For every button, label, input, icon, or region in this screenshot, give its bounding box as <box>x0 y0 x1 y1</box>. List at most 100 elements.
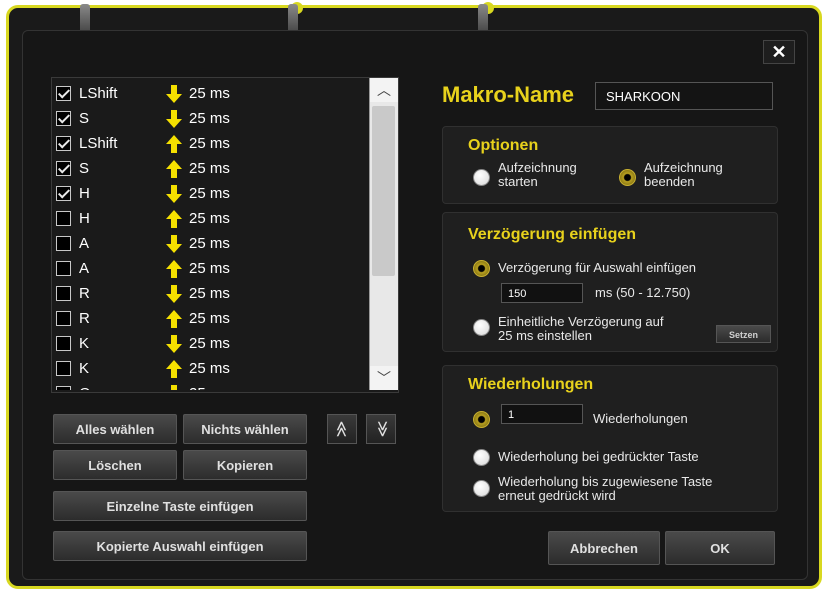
list-item[interactable]: S 25 ms <box>52 157 362 182</box>
macro-name-input[interactable]: SHARKOON <box>595 82 773 110</box>
double-chevron-down-icon: ≫ <box>373 420 390 438</box>
delay-value: 25 ms <box>189 210 230 227</box>
delay-value: 25 ms <box>189 385 230 390</box>
delay-value: 25 ms <box>189 135 230 152</box>
delay-value: 25 ms <box>189 85 230 102</box>
list-item[interactable]: O 25 ms <box>52 382 362 390</box>
repeat-section: Wiederholungen 1 Wiederholungen Wiederho… <box>442 365 778 512</box>
key-down-arrow-icon <box>166 185 182 203</box>
row-checkbox[interactable] <box>56 236 71 251</box>
cancel-button[interactable]: Abbrechen <box>548 531 660 565</box>
key-name: S <box>79 160 90 177</box>
key-down-arrow-icon <box>166 235 182 253</box>
move-down-button[interactable]: ≫ <box>366 414 396 444</box>
key-name: O <box>79 385 91 390</box>
ok-button[interactable]: OK <box>665 531 775 565</box>
copy-button[interactable]: Kopieren <box>183 450 307 480</box>
scroll-up-arrow-icon[interactable]: ︿ <box>370 78 398 102</box>
delay-value: 25 ms <box>189 235 230 252</box>
insert-single-key-button[interactable]: Einzelne Taste einfügen <box>53 491 307 521</box>
row-checkbox[interactable] <box>56 186 71 201</box>
key-up-arrow-icon <box>166 360 182 378</box>
scroll-down-arrow-icon[interactable]: ﹀ <box>370 366 398 390</box>
delay-value: 25 ms <box>189 310 230 327</box>
move-up-button[interactable]: ≫ <box>327 414 357 444</box>
insert-copied-selection-button[interactable]: Kopierte Auswahl einfügen <box>53 531 307 561</box>
double-chevron-up-icon: ≫ <box>333 420 350 438</box>
list-item[interactable]: K 25 ms <box>52 357 362 382</box>
macro-list[interactable]: LShift 25 ms S 25 ms LShift 25 ms S 25 ms H 25 ms… <box>51 77 399 393</box>
key-down-arrow-icon <box>166 335 182 353</box>
list-item[interactable]: H 25 ms <box>52 207 362 232</box>
delay-value: 25 ms <box>189 360 230 377</box>
list-item[interactable]: LShift 25 ms <box>52 132 362 157</box>
start-recording-label: Aufzeichnung starten <box>498 160 577 189</box>
key-down-arrow-icon <box>166 285 182 303</box>
delay-selection-label: Verzögerung für Auswahl einfügen <box>498 260 697 275</box>
key-down-arrow-icon <box>166 85 182 103</box>
start-recording-radio[interactable] <box>473 169 490 186</box>
delay-uniform-label: Einheitliche Verzögerung auf 25 ms einst… <box>498 314 664 343</box>
row-checkbox[interactable] <box>56 261 71 276</box>
delay-value: 25 ms <box>189 110 230 127</box>
key-up-arrow-icon <box>166 260 182 278</box>
row-checkbox[interactable] <box>56 336 71 351</box>
repeat-count-input[interactable]: 1 <box>501 404 583 424</box>
repeat-count-radio[interactable] <box>473 411 490 428</box>
delay-range-label: ms (50 - 12.750) <box>595 285 691 300</box>
key-up-arrow-icon <box>166 135 182 153</box>
row-checkbox[interactable] <box>56 86 71 101</box>
row-checkbox[interactable] <box>56 361 71 376</box>
list-item[interactable]: R 25 ms <box>52 307 362 332</box>
list-item[interactable]: A 25 ms <box>52 257 362 282</box>
row-checkbox[interactable] <box>56 211 71 226</box>
key-name: H <box>79 185 90 202</box>
scrollbar-thumb[interactable] <box>372 106 395 276</box>
close-button[interactable]: ✕ <box>763 40 795 64</box>
list-item[interactable]: A 25 ms <box>52 232 362 257</box>
row-checkbox[interactable] <box>56 161 71 176</box>
delay-value: 25 ms <box>189 185 230 202</box>
list-item[interactable]: H 25 ms <box>52 182 362 207</box>
repeat-count-label: Wiederholungen <box>593 411 688 426</box>
key-name: H <box>79 210 90 227</box>
list-item[interactable]: K 25 ms <box>52 332 362 357</box>
delay-selection-radio[interactable] <box>473 260 490 277</box>
key-name: K <box>79 360 90 377</box>
row-checkbox[interactable] <box>56 111 71 126</box>
select-all-button[interactable]: Alles wählen <box>53 414 177 444</box>
scrollbar[interactable]: ︿ ﹀ <box>369 78 398 390</box>
delay-value-input[interactable]: 150 <box>501 283 583 303</box>
key-name: A <box>79 260 90 277</box>
stop-recording-label: Aufzeichnung beenden <box>644 160 723 189</box>
options-section: Optionen Aufzeichnung starten Aufzeichnu… <box>442 126 778 204</box>
delay-value: 25 ms <box>189 335 230 352</box>
delay-title: Verzögerung einfügen <box>468 226 637 243</box>
list-item[interactable]: R 25 ms <box>52 282 362 307</box>
macro-name-label: Makro-Name <box>442 82 575 107</box>
list-item[interactable]: S 25 ms <box>52 107 362 132</box>
key-name: A <box>79 235 90 252</box>
key-name: LShift <box>79 85 118 102</box>
delay-uniform-radio[interactable] <box>473 319 490 336</box>
row-checkbox[interactable] <box>56 386 71 390</box>
key-name: K <box>79 335 90 352</box>
delay-value: 25 ms <box>189 285 230 302</box>
select-none-button[interactable]: Nichts wählen <box>183 414 307 444</box>
delay-value: 25 ms <box>189 160 230 177</box>
key-down-arrow-icon <box>166 110 182 128</box>
set-delay-button[interactable]: Setzen <box>716 325 771 343</box>
repeat-title: Wiederholungen <box>468 376 594 393</box>
row-checkbox[interactable] <box>56 286 71 301</box>
row-checkbox[interactable] <box>56 311 71 326</box>
stop-recording-radio[interactable] <box>619 169 636 186</box>
repeat-until-pressed-radio[interactable] <box>473 480 490 497</box>
repeat-while-pressed-radio[interactable] <box>473 449 490 466</box>
delete-button[interactable]: Löschen <box>53 450 177 480</box>
list-item[interactable]: LShift 25 ms <box>52 82 362 107</box>
repeat-until-pressed-label: Wiederholung bis zugewiesene Taste erneu… <box>498 474 713 503</box>
key-name: S <box>79 110 90 127</box>
row-checkbox[interactable] <box>56 136 71 151</box>
key-name: R <box>79 310 90 327</box>
delay-value: 25 ms <box>189 260 230 277</box>
